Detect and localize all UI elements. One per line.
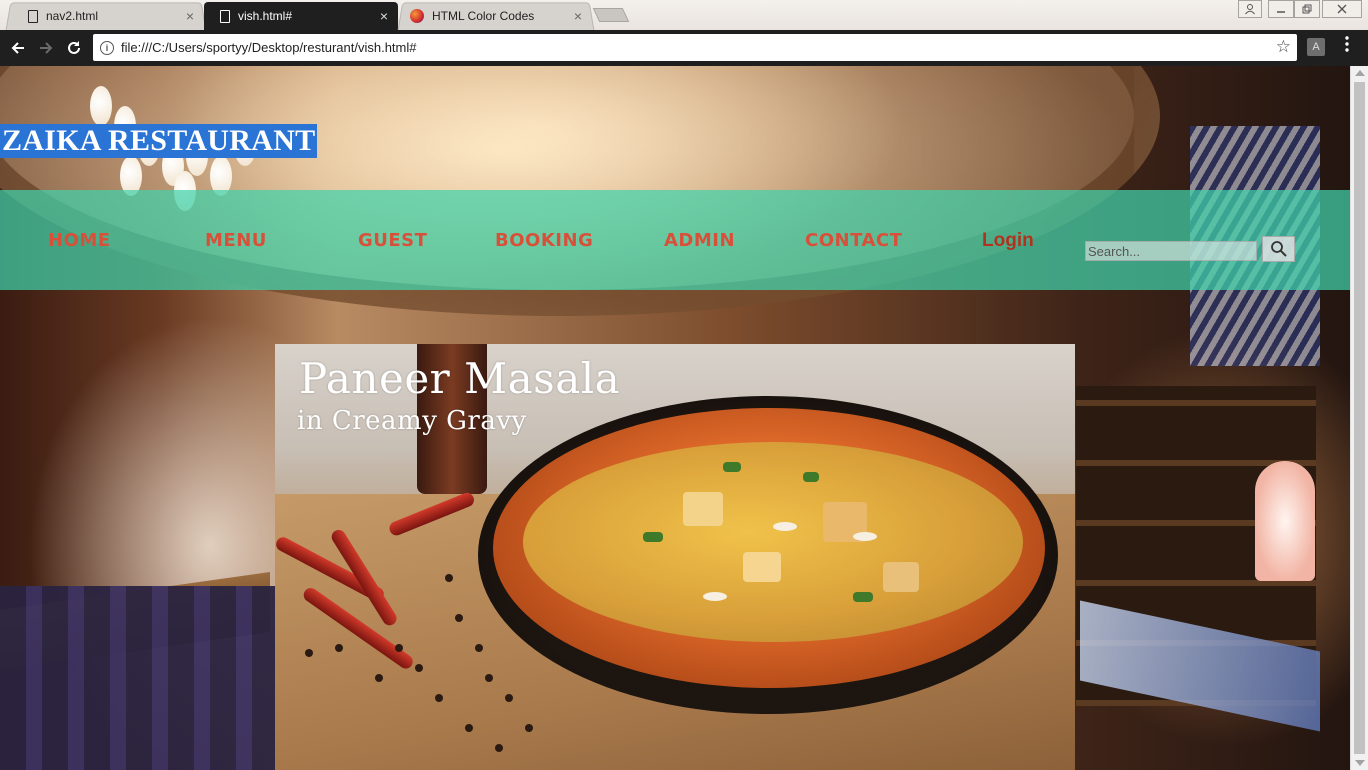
tab-title: vish.html# bbox=[238, 9, 293, 23]
scroll-up-arrow-icon[interactable] bbox=[1355, 70, 1365, 76]
url-text[interactable]: file:///C:/Users/sportyy/Desktop/restura… bbox=[121, 40, 416, 55]
browser-menu-button[interactable] bbox=[1340, 36, 1354, 52]
close-icon[interactable]: × bbox=[574, 8, 582, 24]
minimize-button[interactable] bbox=[1268, 0, 1294, 18]
nav-admin[interactable]: ADMIN bbox=[664, 230, 735, 251]
search-button[interactable] bbox=[1262, 236, 1295, 262]
browser-titlebar: nav2.html × vish.html# × HTML Color Code… bbox=[0, 0, 1368, 31]
search-input[interactable] bbox=[1085, 241, 1257, 261]
scroll-thumb[interactable] bbox=[1354, 82, 1365, 754]
nav-menu[interactable]: MENU bbox=[205, 230, 267, 251]
nav-home[interactable]: HOME bbox=[48, 230, 111, 251]
hero-title: Paneer Masala bbox=[299, 354, 621, 403]
new-tab-button[interactable] bbox=[592, 8, 630, 22]
main-nav: HOME MENU GUEST BOOKING ADMIN CONTACT Lo… bbox=[0, 190, 1350, 290]
close-icon[interactable]: × bbox=[186, 8, 194, 24]
pdf-extension-icon[interactable]: A bbox=[1307, 38, 1325, 56]
nav-guest[interactable]: GUEST bbox=[358, 230, 427, 251]
forward-button[interactable] bbox=[34, 36, 58, 60]
address-bar[interactable]: i file:///C:/Users/sportyy/Desktop/restu… bbox=[93, 34, 1297, 61]
nav-login[interactable]: Login bbox=[982, 230, 1034, 252]
site-title: ZAIKA RESTAURANT bbox=[0, 124, 318, 158]
bookmark-star-icon[interactable]: ☆ bbox=[1276, 37, 1291, 57]
close-window-button[interactable] bbox=[1322, 0, 1362, 18]
nav-contact[interactable]: CONTACT bbox=[805, 230, 902, 251]
tab-title: HTML Color Codes bbox=[432, 9, 535, 23]
search-icon bbox=[1270, 241, 1287, 257]
document-icon bbox=[28, 9, 38, 23]
scroll-down-arrow-icon[interactable] bbox=[1355, 760, 1365, 766]
reload-button[interactable] bbox=[62, 36, 86, 60]
tab-nav2[interactable]: nav2.html × bbox=[5, 2, 207, 31]
tab-vish[interactable]: vish.html# × bbox=[204, 2, 398, 30]
hero-subtitle: in Creamy Gravy bbox=[297, 406, 527, 436]
profile-icon[interactable] bbox=[1238, 0, 1262, 18]
restore-button[interactable] bbox=[1294, 0, 1320, 18]
page-viewport: ZAIKA RESTAURANT HOME MENU GUEST BOOKING… bbox=[0, 66, 1350, 770]
info-icon[interactable]: i bbox=[100, 40, 114, 55]
hero-dish-image: Paneer Masala in Creamy Gravy bbox=[275, 344, 1075, 770]
close-icon[interactable]: × bbox=[380, 8, 388, 24]
browser-toolbar: i file:///C:/Users/sportyy/Desktop/restu… bbox=[0, 30, 1368, 66]
back-button[interactable] bbox=[6, 36, 30, 60]
tab-title: nav2.html bbox=[46, 9, 99, 23]
tab-html-color-codes[interactable]: HTML Color Codes × bbox=[397, 2, 595, 31]
nav-booking[interactable]: BOOKING bbox=[495, 230, 593, 251]
document-icon bbox=[220, 9, 230, 23]
vertical-scrollbar[interactable] bbox=[1350, 66, 1368, 770]
favicon-icon bbox=[410, 9, 424, 23]
